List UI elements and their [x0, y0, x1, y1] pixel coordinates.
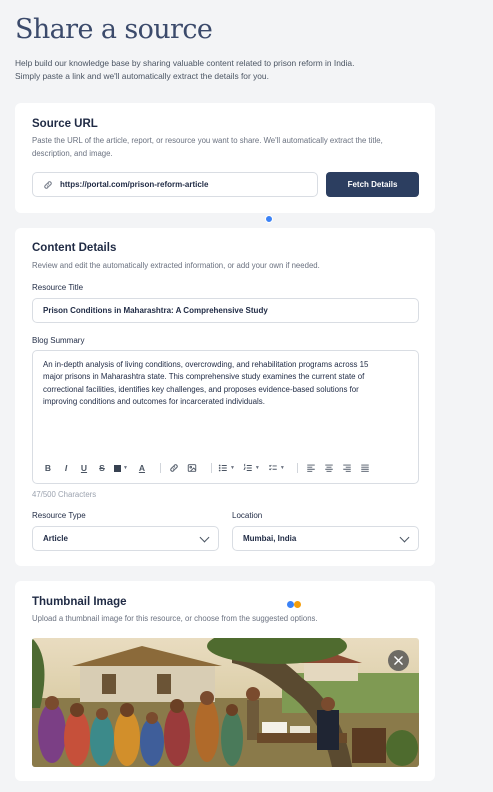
thumbnail-description: Upload a thumbnail image for this resour…	[32, 614, 318, 623]
collaborator-indicator-blue	[287, 601, 294, 608]
link-icon[interactable]	[167, 461, 181, 475]
location-select[interactable]: Mumbai, India	[232, 526, 419, 551]
location-value: Mumbai, India	[243, 534, 297, 543]
summary-editor[interactable]: An in-depth analysis of living condition…	[32, 350, 419, 484]
resource-title-input[interactable]: Prison Conditions in Maharashtra: A Comp…	[32, 298, 419, 323]
content-details-card: Content Details Review and edit the auto…	[15, 228, 435, 566]
link-icon	[43, 180, 53, 190]
highlight-icon[interactable]: A	[136, 461, 148, 475]
content-details-description: Review and edit the automatically extrac…	[32, 261, 320, 270]
source-url-value: https://portal.com/prison-reform-article	[60, 180, 209, 189]
source-url-description: Paste the URL of the article, report, or…	[32, 136, 383, 158]
align-right-icon[interactable]	[340, 461, 354, 475]
align-center-icon[interactable]	[322, 461, 336, 475]
numbered-list-icon[interactable]: ▼	[243, 461, 260, 475]
chevron-down-icon	[199, 532, 210, 543]
source-url-input[interactable]: https://portal.com/prison-reform-article	[32, 172, 318, 197]
text-color-icon[interactable]: ▼	[114, 461, 128, 475]
summary-text: An in-depth analysis of living condition…	[43, 360, 369, 407]
thumbnail-card: Thumbnail Image Upload a thumbnail image…	[15, 581, 435, 781]
resource-type-select[interactable]: Article	[32, 526, 219, 551]
resource-title-label: Resource Title	[32, 283, 84, 292]
collaborator-indicator-orange	[294, 601, 301, 608]
align-justify-icon[interactable]	[358, 461, 372, 475]
resource-type-value: Article	[43, 534, 68, 543]
page-title: Share a source	[15, 14, 213, 45]
strikethrough-icon[interactable]: S	[96, 461, 108, 475]
bullet-list-icon[interactable]: ▼	[218, 461, 235, 475]
underline-icon[interactable]: U	[78, 461, 90, 475]
summary-label: Blog Summary	[32, 336, 85, 345]
align-left-icon[interactable]	[304, 461, 318, 475]
location-label: Location	[232, 511, 263, 520]
resource-title-value: Prison Conditions in Maharashtra: A Comp…	[43, 306, 268, 315]
editor-toolbar: B I U S ▼ A ▼ ▼ ▼	[42, 461, 372, 475]
resource-type-label: Resource Type	[32, 511, 86, 520]
char-count: 47/500 Characters	[32, 490, 97, 499]
content-details-title: Content Details	[32, 242, 117, 254]
checklist-icon[interactable]: ▼	[268, 461, 285, 475]
thumbnail-title: Thumbnail Image	[32, 596, 127, 608]
image-icon[interactable]	[185, 461, 199, 475]
close-icon[interactable]	[388, 650, 409, 671]
page-subtitle: Help build our knowledge base by sharing…	[15, 58, 355, 81]
bold-icon[interactable]: B	[42, 461, 54, 475]
thumbnail-image[interactable]	[32, 638, 419, 767]
italic-icon[interactable]: I	[60, 461, 72, 475]
chevron-down-icon	[399, 532, 410, 543]
collaborator-indicator	[265, 215, 273, 223]
source-url-title: Source URL	[32, 118, 98, 130]
fetch-details-button[interactable]: Fetch Details	[326, 172, 419, 197]
source-url-card: Source URL Paste the URL of the article,…	[15, 103, 435, 213]
